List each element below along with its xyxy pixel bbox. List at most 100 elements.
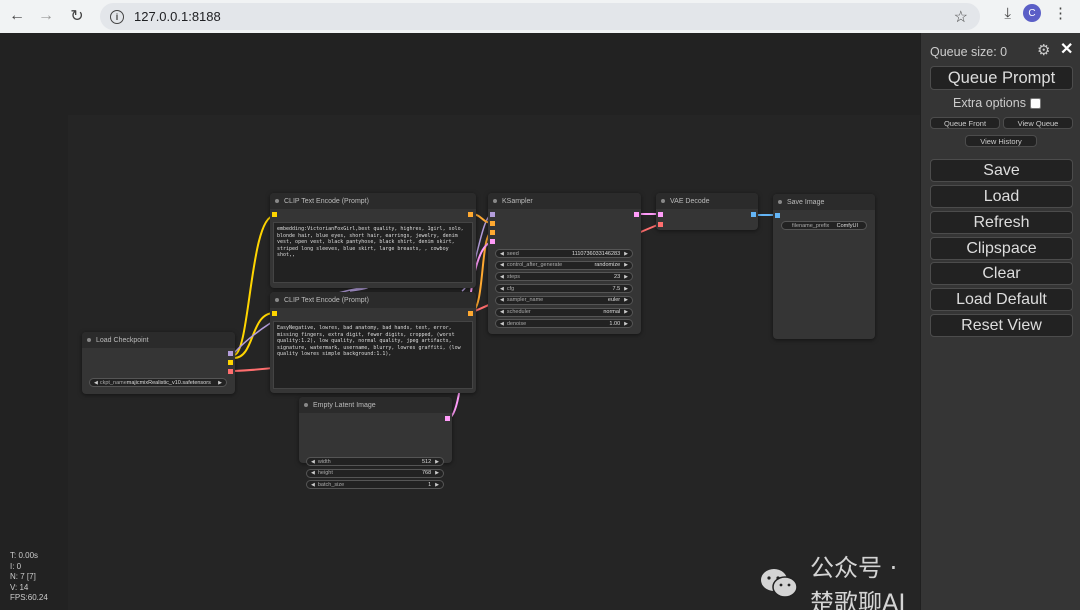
save-button[interactable]: Save xyxy=(930,159,1073,182)
refresh-button[interactable]: Refresh xyxy=(930,211,1073,234)
filename-prefix-widget[interactable]: filename_prefix ComfyUI xyxy=(781,221,867,230)
vae-output-slot[interactable] xyxy=(228,369,233,374)
negative-prompt-textarea[interactable]: EasyNegative, lowres, bad anatomy, bad h… xyxy=(273,321,473,389)
bookmark-star-icon[interactable]: ☆ xyxy=(954,7,968,27)
left-arrow-icon[interactable]: ◀ xyxy=(500,309,504,315)
left-arrow-icon[interactable]: ◀ xyxy=(311,459,315,465)
vae-decode-node[interactable]: VAE Decode xyxy=(656,193,758,230)
load-default-button[interactable]: Load Default xyxy=(930,288,1073,311)
image-output-slot[interactable] xyxy=(751,212,756,217)
gear-icon[interactable]: ⚙ xyxy=(1037,41,1050,59)
clip-input-slot[interactable] xyxy=(272,311,277,316)
left-arrow-icon[interactable]: ◀ xyxy=(500,262,504,268)
clip-input-slot[interactable] xyxy=(272,212,277,217)
prompt-textarea[interactable]: embedding:VictorianFoxGirl,best quality,… xyxy=(273,222,473,283)
reset-view-button[interactable]: Reset View xyxy=(930,314,1073,337)
widget-label: control_after_generate xyxy=(506,262,563,269)
right-arrow-icon[interactable]: ▶ xyxy=(435,459,439,465)
left-arrow-icon[interactable]: ◀ xyxy=(500,251,504,257)
widget-value: 1 xyxy=(428,481,432,488)
widget-height[interactable]: ◀ height 768 ▶ xyxy=(306,468,444,478)
left-arrow-icon[interactable]: ◀ xyxy=(311,470,315,476)
node-title[interactable]: VAE Decode xyxy=(656,193,758,209)
ksampler-node[interactable]: KSampler ◀ seed 1110736033146283 ▶ ◀ control_… xyxy=(488,193,641,334)
right-arrow-icon[interactable]: ▶ xyxy=(218,380,222,386)
right-arrow-icon[interactable]: ▶ xyxy=(624,286,628,292)
right-arrow-icon[interactable]: ▶ xyxy=(624,274,628,280)
load-button[interactable]: Load xyxy=(930,185,1073,208)
widget-value: 7.5 xyxy=(612,285,621,292)
node-title[interactable]: CLIP Text Encode (Prompt) xyxy=(270,193,476,209)
widget-value: euler xyxy=(607,297,621,304)
positive-input-slot[interactable] xyxy=(490,221,495,226)
right-arrow-icon[interactable]: ▶ xyxy=(624,309,628,315)
images-input-slot[interactable] xyxy=(775,213,780,218)
left-arrow-icon[interactable]: ◀ xyxy=(500,297,504,303)
forward-arrow-icon[interactable]: → xyxy=(35,5,57,27)
vae-input-slot[interactable] xyxy=(658,222,663,227)
negative-input-slot[interactable] xyxy=(490,230,495,235)
address-bar[interactable]: i 127.0.0.1:8188 ☆ xyxy=(100,3,980,30)
latent-output-slot[interactable] xyxy=(634,212,639,217)
conditioning-output-slot[interactable] xyxy=(468,311,473,316)
right-arrow-icon[interactable]: ▶ xyxy=(624,321,628,327)
browser-menu-icon[interactable]: ⋮ xyxy=(1053,4,1068,22)
load-checkpoint-node[interactable]: Load Checkpoint ◀ ckpt_name majicmixReal… xyxy=(82,332,235,394)
profile-avatar[interactable]: C xyxy=(1023,4,1041,22)
extra-options-checkbox[interactable] xyxy=(1029,97,1041,109)
node-title[interactable]: Load Checkpoint xyxy=(82,332,235,348)
queue-prompt-button[interactable]: Queue Prompt xyxy=(930,66,1073,90)
empty-latent-image-node[interactable]: Empty Latent Image ◀ width 512 ▶ ◀ height 768 ▶… xyxy=(299,397,452,490)
node-title[interactable]: Empty Latent Image xyxy=(299,397,452,413)
watermark: 公众号 · 楚歌聊AI xyxy=(760,548,920,610)
left-arrow-icon[interactable]: ◀ xyxy=(500,321,504,327)
reload-icon[interactable]: ↻ xyxy=(66,5,88,27)
widget-batch-size[interactable]: ◀ batch_size 1 ▶ xyxy=(306,480,444,490)
node-title[interactable]: Save Image xyxy=(773,194,875,210)
back-arrow-icon[interactable]: ← xyxy=(6,5,28,27)
close-icon[interactable]: ✕ xyxy=(1060,39,1073,59)
view-queue-button[interactable]: View Queue xyxy=(1003,117,1073,129)
stat-iterations: I: 0 xyxy=(10,561,22,571)
widget-width[interactable]: ◀ width 512 ▶ xyxy=(306,457,444,466)
samples-input-slot[interactable] xyxy=(658,212,663,217)
clip-text-encode-positive-node[interactable]: CLIP Text Encode (Prompt) embedding:Vict… xyxy=(270,193,476,288)
save-image-node[interactable]: Save Image filename_prefix ComfyUI xyxy=(773,194,875,339)
latent-input-slot[interactable] xyxy=(490,239,495,244)
widget-denoise[interactable]: ◀ denoise 1.00 ▶ xyxy=(495,319,633,329)
node-title[interactable]: KSampler xyxy=(488,193,641,209)
stat-fps: FPS:60.24 xyxy=(10,593,48,603)
stat-time: T: 0.00s xyxy=(10,551,39,560)
view-history-button[interactable]: View History xyxy=(965,135,1037,147)
right-arrow-icon[interactable]: ▶ xyxy=(435,482,439,488)
queue-front-button[interactable]: Queue Front xyxy=(930,117,1000,129)
model-output-slot[interactable] xyxy=(228,351,233,356)
latent-output-slot[interactable] xyxy=(445,416,450,421)
widget-control-after-generate[interactable]: ◀ control_after_generate randomize ▶ xyxy=(495,260,633,270)
left-arrow-icon[interactable]: ◀ xyxy=(500,274,504,280)
right-arrow-icon[interactable]: ▶ xyxy=(624,297,628,303)
conditioning-output-slot[interactable] xyxy=(468,212,473,217)
right-arrow-icon[interactable]: ▶ xyxy=(624,262,628,268)
model-input-slot[interactable] xyxy=(490,212,495,217)
clear-button[interactable]: Clear xyxy=(930,262,1073,285)
site-info-icon[interactable]: i xyxy=(110,9,124,24)
widget-sampler-name[interactable]: ◀ sampler_name euler ▶ xyxy=(495,295,633,305)
widget-scheduler[interactable]: ◀ scheduler normal ▶ xyxy=(495,307,633,317)
left-arrow-icon[interactable]: ◀ xyxy=(500,286,504,292)
graph-canvas[interactable]: CLIP Text Encode (Prompt) embedding:Vict… xyxy=(0,33,920,610)
clip-output-slot[interactable] xyxy=(228,360,233,365)
right-arrow-icon[interactable]: ▶ xyxy=(624,251,628,257)
clip-text-encode-negative-node[interactable]: CLIP Text Encode (Prompt) EasyNegative, … xyxy=(270,292,476,393)
widget-cfg[interactable]: ◀ cfg 7.5 ▶ xyxy=(495,284,633,294)
widget-steps[interactable]: ◀ steps 23 ▶ xyxy=(495,272,633,282)
node-title[interactable]: CLIP Text Encode (Prompt) xyxy=(270,292,476,308)
ckpt-name-widget[interactable]: ◀ ckpt_name majicmixRealistic_v10.safete… xyxy=(89,378,227,387)
download-icon[interactable]: ⤓ xyxy=(1004,5,1011,22)
left-arrow-icon[interactable]: ◀ xyxy=(94,380,98,386)
widget-value: normal xyxy=(603,309,621,315)
left-arrow-icon[interactable]: ◀ xyxy=(311,482,315,488)
right-arrow-icon[interactable]: ▶ xyxy=(435,470,439,476)
clipspace-button[interactable]: Clipspace xyxy=(930,237,1073,260)
widget-seed[interactable]: ◀ seed 1110736033146283 ▶ xyxy=(495,249,633,258)
